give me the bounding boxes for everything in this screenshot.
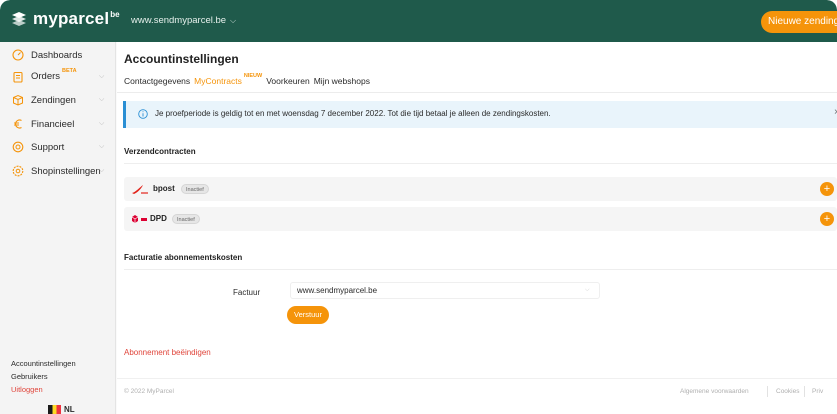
app-window: myparcel be www.sendmyparcel.be ⌵ Nieuwe … <box>0 0 837 414</box>
language-code: NL <box>64 405 75 414</box>
sidebar-item-label: Support <box>31 141 65 153</box>
sidebar-item-label: Financieel <box>31 118 75 130</box>
dashboard-icon <box>12 49 24 61</box>
new-badge: NIEUW <box>243 73 263 80</box>
belgium-flag-icon <box>48 405 61 414</box>
sidebar: Dashboards OrdersBETA ⌵ Zendingen ⌵ Fina… <box>0 42 116 414</box>
tab-voorkeuren[interactable]: Voorkeuren <box>266 76 309 86</box>
chevron-down-icon: ⌵ <box>99 73 105 80</box>
tabs-divider <box>117 92 837 93</box>
status-badge: Inactief <box>181 184 209 194</box>
sidebar-item-zendingen[interactable]: Zendingen ⌵ <box>0 89 116 111</box>
top-bar: myparcel be www.sendmyparcel.be ⌵ Nieuwe … <box>0 0 837 42</box>
chevron-down-icon: ⌵ <box>99 96 105 103</box>
billing-section-title: Facturatie abonnementskosten <box>124 253 243 262</box>
sidebar-item-label: Zendingen <box>31 94 76 106</box>
users-link[interactable]: Gebruikers <box>11 372 48 381</box>
status-badge: Inactief <box>172 214 200 224</box>
sidebar-item-label: Dashboards <box>31 49 83 61</box>
brand-logo[interactable]: myparcel be <box>10 9 120 29</box>
chevron-down-icon: ⌵ <box>230 15 237 25</box>
tab-mycontracts[interactable]: MyContracts NIEUW <box>194 73 263 86</box>
footer-separator <box>767 386 768 397</box>
section-divider <box>124 163 837 164</box>
contract-row-bpost[interactable]: bpost Inactief + <box>124 177 837 201</box>
tab-contactgegevens[interactable]: Contactgegevens <box>124 76 190 86</box>
contract-row-dpd[interactable]: DPD Inactief + <box>124 207 837 231</box>
account-settings-link[interactable]: Accountinstellingen <box>11 359 76 368</box>
footer-divider <box>117 378 837 379</box>
copyright-text: © 2022 MyParcel <box>124 388 174 395</box>
info-icon <box>138 109 148 119</box>
invoice-field-label: Factuur <box>233 288 261 297</box>
chevron-down-icon: ⌵ <box>585 287 590 293</box>
bpost-logo-icon <box>132 185 148 194</box>
logout-link[interactable]: Uitloggen <box>11 385 43 394</box>
chevron-down-icon: ⌵ <box>99 120 105 127</box>
new-shipment-button[interactable]: Nieuwe zending <box>761 11 837 33</box>
add-contract-button[interactable]: + <box>820 182 834 196</box>
invoice-email-field[interactable] <box>290 282 600 299</box>
contract-name: DPD <box>150 214 167 223</box>
cookies-link[interactable]: Cookies <box>776 388 799 395</box>
main-content: Accountinstellingen Contactgegevens MyCo… <box>117 42 837 414</box>
site-selector-label: www.sendmyparcel.be <box>131 15 227 26</box>
sidebar-item-dashboards[interactable]: Dashboards <box>0 44 116 66</box>
tab-mycontracts-label: MyContracts <box>194 76 242 86</box>
terms-link[interactable]: Algemene voorwaarden <box>680 388 749 395</box>
sidebar-item-orders[interactable]: OrdersBETA ⌵ <box>0 66 116 88</box>
sidebar-item-support[interactable]: Support ⌵ <box>0 136 116 158</box>
beta-badge: BETA <box>62 68 77 75</box>
send-button[interactable]: Verstuur <box>287 306 329 324</box>
orders-icon <box>13 71 23 83</box>
dpd-logo-icon <box>131 215 147 223</box>
sidebar-item-label: OrdersBETA <box>31 68 77 83</box>
trial-alert: Je proefperiode is geldig tot en met woe… <box>123 101 837 128</box>
add-contract-button[interactable]: + <box>820 212 834 226</box>
sidebar-item-label: Shopinstellingen <box>31 165 101 177</box>
site-selector[interactable]: www.sendmyparcel.be ⌵ <box>131 15 236 26</box>
page-title: Accountinstellingen <box>124 52 239 66</box>
contracts-section-title: Verzendcontracten <box>124 147 196 156</box>
box-icon <box>13 94 23 106</box>
chevron-down-icon: ⌵ <box>99 167 105 174</box>
orders-label: Orders <box>31 71 61 83</box>
euro-icon <box>14 119 22 129</box>
privacy-link[interactable]: Priv <box>812 388 823 395</box>
sidebar-item-financieel[interactable]: Financieel ⌵ <box>0 113 116 135</box>
section-divider <box>124 269 837 270</box>
sidebar-item-shopinstellingen[interactable]: Shopinstellingen ⌵ <box>0 160 116 182</box>
settings-icon <box>12 165 24 177</box>
chevron-down-icon: ⌵ <box>99 143 105 150</box>
alert-text: Je proefperiode is geldig tot en met woe… <box>155 109 551 118</box>
support-icon <box>12 141 24 153</box>
brand-name: myparcel <box>33 9 110 28</box>
language-selector[interactable]: NL <box>48 405 75 414</box>
settings-tabs: Contactgegevens MyContracts NIEUW Voorkeu… <box>124 73 374 86</box>
myparcel-logo-icon <box>12 12 26 26</box>
brand-suffix: be <box>110 9 120 19</box>
contract-name: bpost <box>153 184 175 193</box>
cancel-subscription-link[interactable]: Abonnement beëindigen <box>124 348 211 357</box>
tab-mijn-webshops[interactable]: Mijn webshops <box>314 76 370 86</box>
footer-separator <box>804 386 805 397</box>
